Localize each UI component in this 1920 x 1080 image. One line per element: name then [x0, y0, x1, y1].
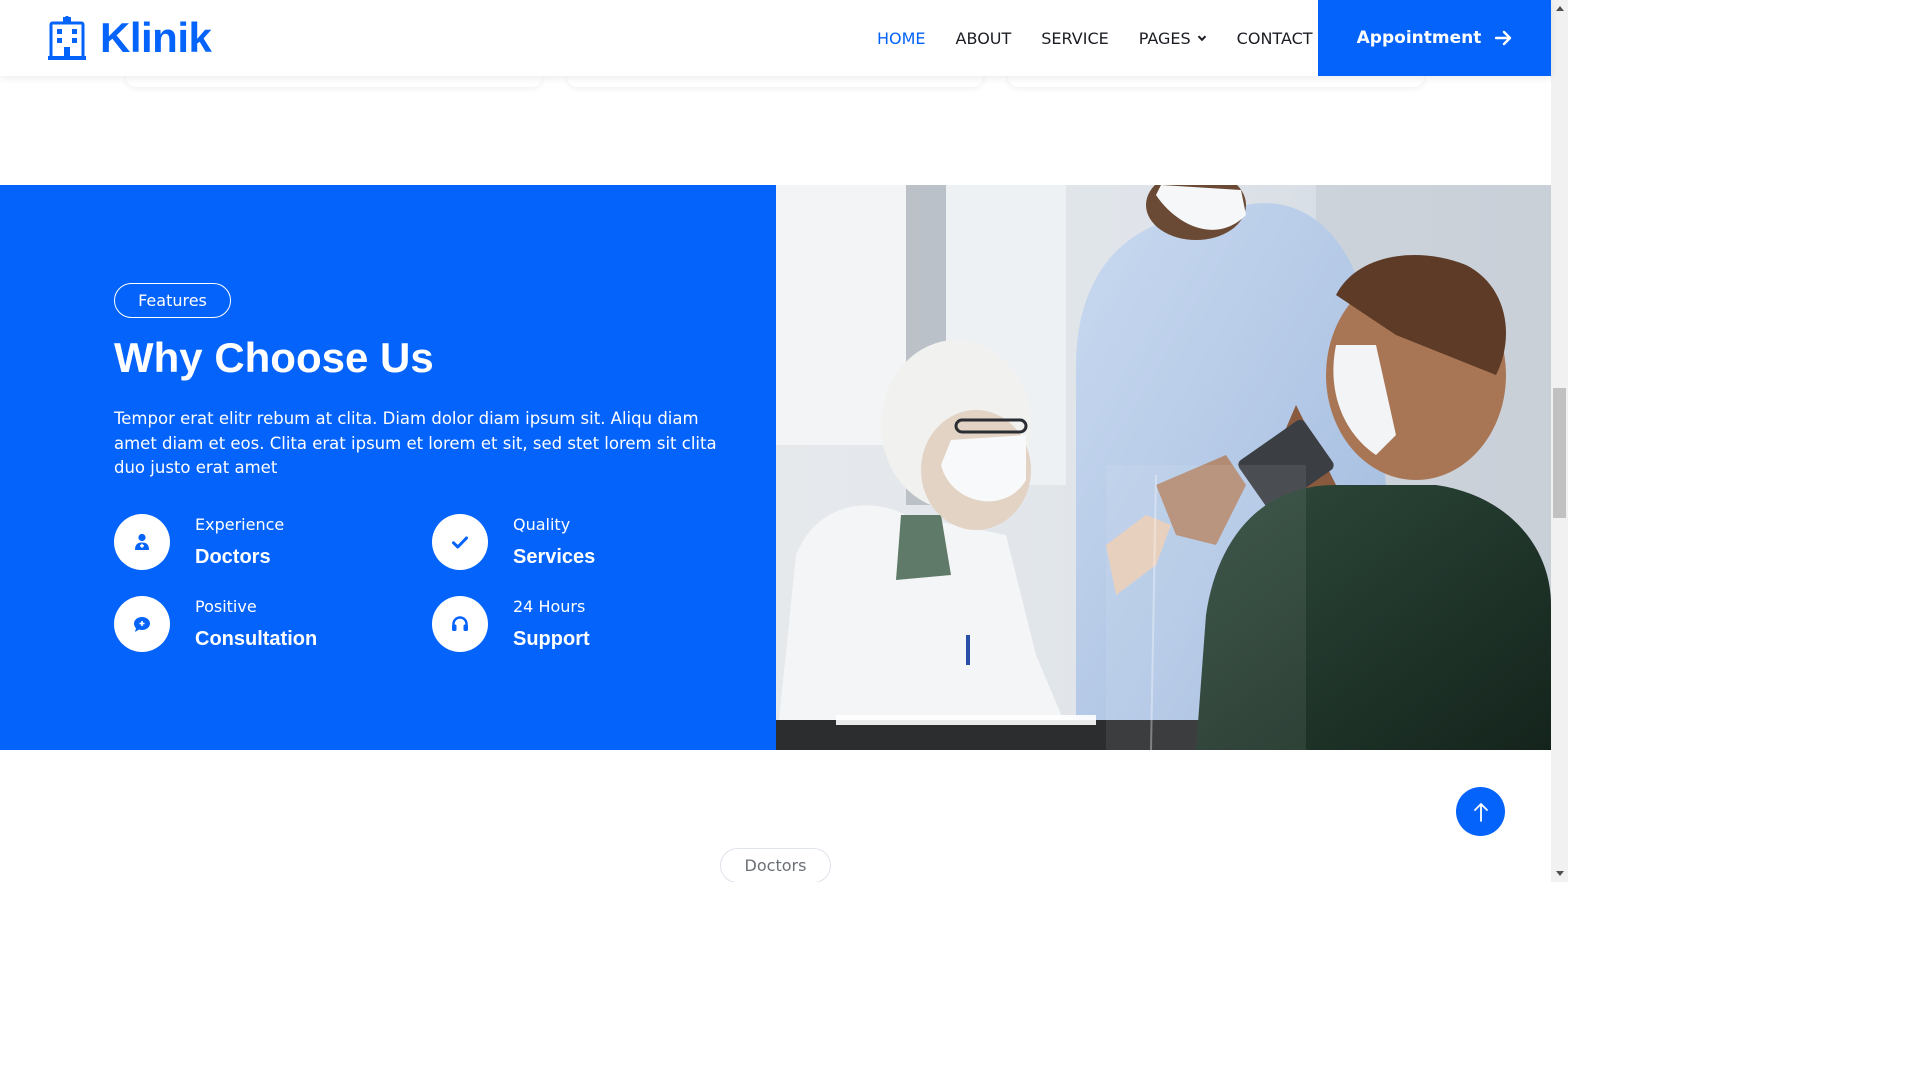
consultation-illustration [776, 185, 1551, 750]
appointment-button[interactable]: Appointment [1318, 0, 1551, 76]
nav-item-service[interactable]: SERVICE [1041, 29, 1108, 48]
feature-experience-doctors: Experience Doctors [114, 514, 284, 570]
nav-item-contact[interactable]: CONTACT [1237, 29, 1313, 48]
hospital-icon [48, 16, 86, 60]
feature-text: Quality Services [513, 514, 595, 570]
section-title: Why Choose Us [114, 334, 434, 381]
comment-medical-icon [134, 616, 150, 632]
feature-text: Positive Consultation [195, 596, 317, 652]
doctors-consultation-photo [776, 185, 1551, 750]
feature-icon-circle [432, 514, 488, 570]
page: Klinik HOME ABOUT SERVICE PAGES CONTACT … [0, 0, 1568, 882]
feature-title: Doctors [195, 546, 271, 568]
scroll-up-arrow[interactable] [1551, 0, 1568, 17]
features-section: Features Why Choose Us Tempor erat elitr… [0, 185, 1551, 750]
feature-text: 24 Hours Support [513, 596, 590, 652]
chevron-down-icon [1197, 35, 1206, 42]
triangle-up-icon [1555, 6, 1564, 11]
feature-positive-consultation: Positive Consultation [114, 596, 317, 652]
feature-label: Experience [195, 515, 285, 534]
feature-title: Support [513, 628, 590, 650]
feature-icon-circle [114, 514, 170, 570]
feature-label: Positive [195, 597, 257, 616]
arrow-up-icon [1473, 802, 1488, 822]
features-panel: Features Why Choose Us Tempor erat elitr… [0, 185, 776, 750]
page-scrollbar[interactable] [1551, 0, 1568, 882]
scrollbar-thumb[interactable] [1553, 388, 1566, 518]
nav-item-pages-label: PAGES [1138, 28, 1191, 48]
doctor-icon [135, 533, 149, 550]
feature-label: Quality [513, 515, 571, 534]
site-header: Klinik HOME ABOUT SERVICE PAGES CONTACT … [0, 0, 1551, 76]
feature-24-hours-support: 24 Hours Support [432, 596, 590, 652]
check-icon [452, 536, 468, 548]
scroll-down-arrow[interactable] [1551, 865, 1568, 882]
feature-text: Experience Doctors [195, 514, 284, 570]
feature-icon-circle [114, 596, 170, 652]
nav-item-pages[interactable]: PAGES [1139, 29, 1207, 48]
main-nav: HOME ABOUT SERVICE PAGES CONTACT [862, 0, 1328, 76]
doctors-badge: Doctors [720, 848, 831, 882]
feature-icon-circle [432, 596, 488, 652]
brand-name: Klinik [100, 14, 212, 61]
features-badge: Features [114, 283, 231, 318]
nav-item-about[interactable]: ABOUT [956, 29, 1012, 48]
arrow-right-icon [1495, 30, 1512, 46]
feature-label: 24 Hours [513, 597, 586, 616]
feature-title: Consultation [195, 628, 318, 650]
section-description: Tempor erat elitr rebum at clita. Diam d… [114, 409, 717, 477]
feature-quality-services: Quality Services [432, 514, 595, 570]
nav-item-home[interactable]: HOME [877, 29, 926, 48]
appointment-button-label: Appointment [1356, 28, 1482, 48]
brand-logo-link[interactable]: Klinik [48, 14, 212, 62]
feature-title: Services [513, 546, 596, 568]
back-to-top-button[interactable] [1456, 787, 1505, 836]
headphones-icon [452, 616, 468, 631]
triangle-down-icon [1555, 871, 1564, 876]
